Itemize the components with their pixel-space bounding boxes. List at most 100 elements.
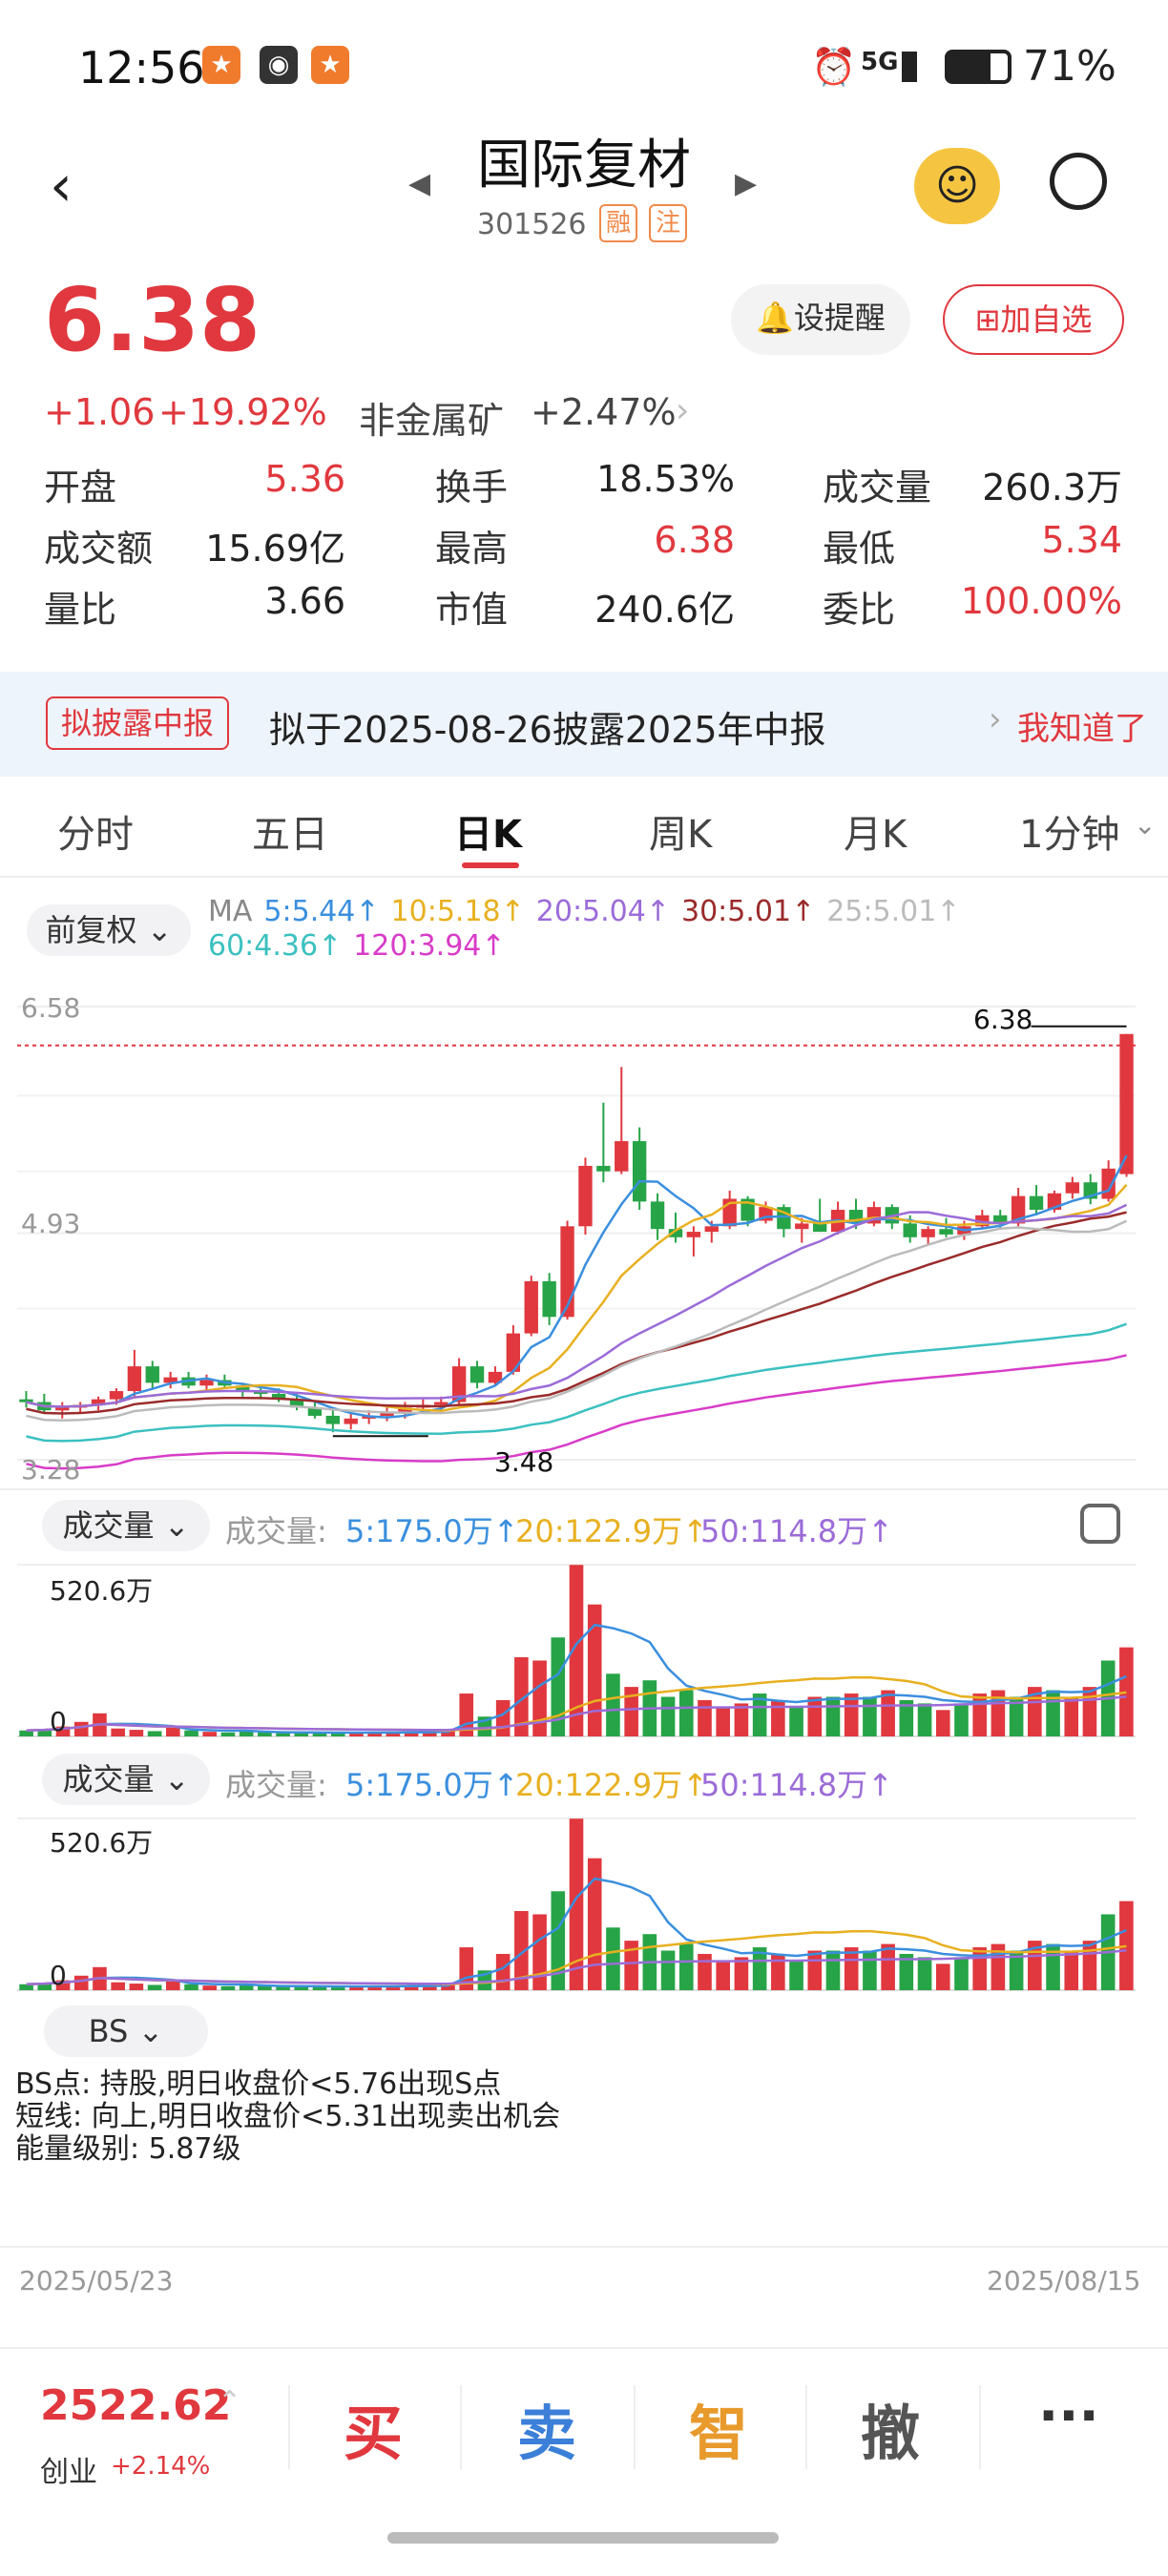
volume-bar [606,1673,620,1736]
candle-body [145,1366,159,1383]
volume-bar [954,1957,969,1990]
volume-bar [184,1730,198,1736]
volume-bar [771,1953,785,1990]
period-tabs [0,782,1168,878]
candlestick-chart[interactable] [0,978,1168,1484]
ma-line [26,1219,1128,1422]
volume-bar [698,1699,712,1736]
bs-line: 短线: 向上,明日收盘价<5.31出现卖出机会 [15,2100,561,2133]
candle-body [1119,1033,1134,1174]
quote-value: 3.66 [264,580,345,622]
bs-line: 能量级别: 5.87级 [15,2132,241,2166]
cancel-order-button[interactable]: 撤 [861,2385,920,2471]
candle-body [434,1402,448,1405]
add-watchlist-button[interactable]: ⊞加自选 [943,284,1124,355]
volume-bar [495,1699,511,1736]
quote-label: 委比 [823,589,896,631]
more-button[interactable]: ··· [1038,2385,1099,2447]
candle-body [55,1407,70,1411]
separator [634,2385,636,2469]
volume-bar [789,1706,803,1736]
candle-body [19,1399,33,1402]
volume-bar [698,1953,712,1990]
volume-bar [972,1693,987,1736]
volume-bar [147,1984,162,1990]
volume-chart-2[interactable] [0,1809,1168,2000]
buy-button[interactable]: 买 [344,2385,403,2471]
smart-button[interactable]: 智 [689,2385,748,2471]
price-change: +1.06 [44,391,156,433]
bs-line: BS点: 持股,明日收盘价<5.76出现S点 [15,2067,502,2101]
volume-bar [129,1984,144,1990]
sector-change[interactable]: +2.47% [531,391,677,433]
adjust-mode-select[interactable]: 前复权 ⌄ [27,904,191,956]
quote-label: 量比 [44,589,117,631]
price-change-pct: +19.92% [158,391,327,433]
dismiss-banner-button[interactable]: 我知道了 [1017,702,1147,749]
candle-body [325,1415,340,1424]
chevron-down-icon[interactable]: ⌄ [1134,809,1156,841]
quote-value: 260.3万 [982,467,1122,509]
volume-bar [111,1728,125,1736]
volume-bar [532,1914,547,1990]
volume-bar [73,1721,89,1736]
volume-bar [660,1950,676,1990]
volume-bar [807,1696,823,1736]
volume-bar [716,1960,731,1990]
chevron-right-icon: › [676,391,690,430]
ma-item: 10:5.18↑ [390,895,525,928]
tab-five-day[interactable]: 五日 [252,803,328,859]
candle-body [344,1418,358,1424]
wechat-icon: ◉ [260,46,298,84]
quote-label: 开盘 [44,467,117,509]
volume-select-1[interactable]: 成交量 ⌄ [42,1500,210,1551]
index-value[interactable]: 2522.62 [40,2381,231,2430]
vol-ma20: 20:122.9万↑ [515,1513,708,1549]
search-icon[interactable] [1050,153,1107,210]
tab-one-minute[interactable]: 1分钟 [1019,803,1119,859]
signal-bars-icon [902,52,917,82]
bs-info: BS点: 持股,明日收盘价<5.76出现S点 短线: 向上,明日收盘价<5.31… [15,2068,560,2166]
quote-value: 18.53% [596,458,735,500]
volume-max-label: 520.6万 [50,1575,154,1607]
bs-select[interactable]: BS ⌄ [44,2005,208,2057]
low-mark-label: 3.48 [494,1446,554,1478]
separator [460,2385,462,2469]
volume-bar [917,1957,932,1990]
next-stock-button[interactable]: ▶ [735,167,757,200]
mascot-icon[interactable]: ☺ [914,148,1000,224]
volume-bar [678,1690,694,1736]
volume-bar [881,1690,895,1736]
plus-icon: ⊞ [974,301,1001,338]
candle-body [704,1226,719,1233]
quote-label: 成交额 [44,528,154,570]
candle-body [813,1223,827,1233]
vol-ma50: 50:114.8万↑ [700,1513,893,1549]
tab-intraday[interactable]: 分时 [57,803,134,859]
tab-weekly-k[interactable]: 周K [649,803,712,859]
volume-select-2[interactable]: 成交量 ⌄ [42,1754,210,1805]
vol-ma5: 5:175.0万↑ [345,1513,519,1549]
volume-bar [935,1710,950,1736]
chevron-up-icon[interactable]: ⌃ [218,2385,241,2419]
y-axis-top: 6.58 [21,992,81,1024]
volume-bar [73,1975,89,1990]
volume-bar [771,1699,785,1736]
volume-bar [129,1730,144,1736]
volume-bar [220,1732,236,1736]
vol-ma50: 50:114.8万↑ [700,1767,893,1803]
volume-chart-1[interactable] [0,1555,1168,1746]
candle-body [199,1380,214,1386]
volume-bar [881,1943,895,1990]
tab-monthly-k[interactable]: 月K [844,803,907,859]
tab-daily-k[interactable]: 日K [454,803,522,859]
set-alert-button[interactable]: 🔔设提醒 [731,284,910,355]
sector-name[interactable]: 非金属矿 [359,391,504,444]
volume-bar [202,1732,218,1736]
volume-bar [551,1891,566,1990]
separator [805,2385,807,2469]
current-price: 6.38 [44,269,261,371]
index-name: 创业 [40,2456,97,2489]
settings-icon[interactable] [1080,1504,1120,1544]
sell-button[interactable]: 卖 [517,2385,576,2471]
